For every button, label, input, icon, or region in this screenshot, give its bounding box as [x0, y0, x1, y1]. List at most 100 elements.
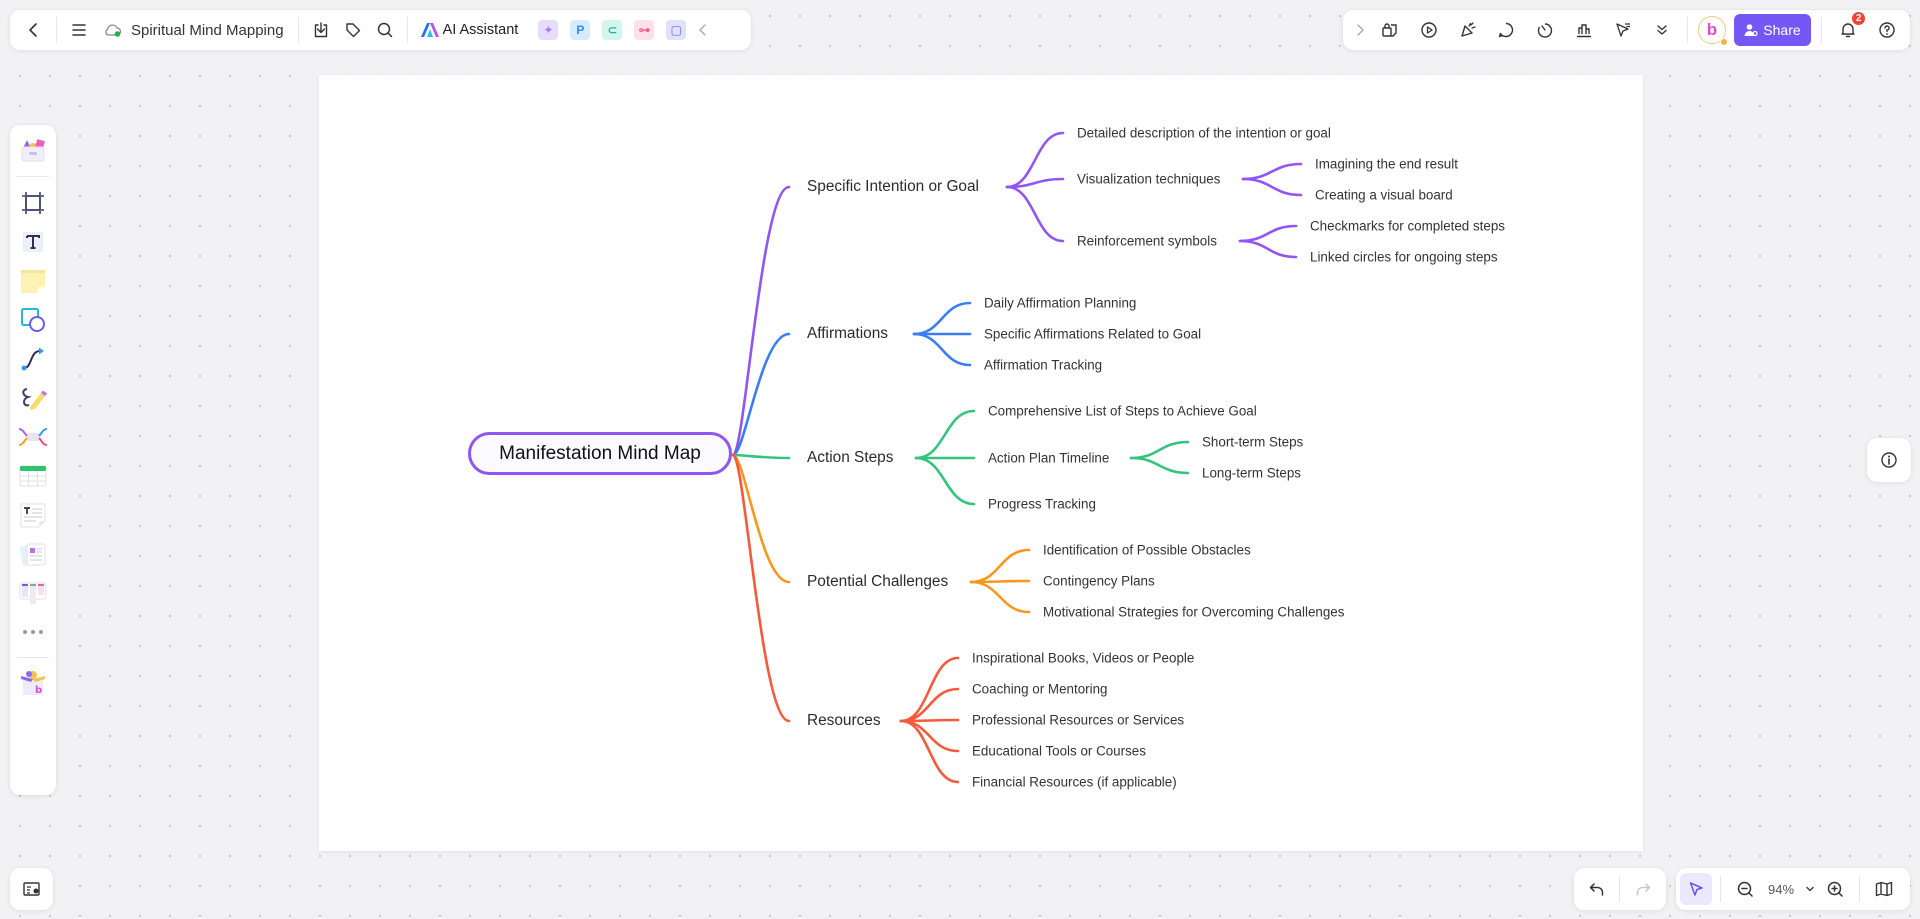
mindmap-app-button[interactable]: ⊂ — [602, 20, 623, 40]
ai-assistant-icon — [420, 23, 439, 37]
chevron-left-icon — [29, 23, 37, 37]
mindmap-detail-node[interactable]: Long-term Steps — [1202, 466, 1301, 481]
document-icon — [20, 503, 46, 527]
timer-icon — [1538, 23, 1553, 38]
search-button[interactable] — [369, 14, 401, 46]
zoom-level[interactable]: 94% — [1761, 882, 1801, 897]
user-avatar[interactable]: b — [1698, 16, 1728, 46]
more-tools-button[interactable] — [1643, 14, 1682, 46]
mindmap-detail-node[interactable]: Creating a visual board — [1315, 188, 1453, 203]
zoom-in-icon — [1827, 881, 1843, 897]
mindmap-subtopic-node[interactable]: Affirmation Tracking — [984, 358, 1102, 373]
chevron-down-icon — [1806, 886, 1814, 892]
flowchart-app-button[interactable]: ⊶ — [634, 20, 655, 40]
document-tool-button[interactable] — [15, 497, 51, 533]
celebrate-icon — [1460, 22, 1476, 37]
mindmap-subtopic-node[interactable]: Contingency Plans — [1043, 574, 1155, 589]
sticky-note-button[interactable] — [15, 263, 51, 299]
back-button[interactable] — [18, 14, 50, 46]
zoom-controls: 94% — [1676, 868, 1910, 910]
mindmap-subtopic-node[interactable]: Reinforcement symbols — [1077, 234, 1217, 249]
table-tool-button[interactable] — [15, 458, 51, 494]
info-icon — [1881, 452, 1897, 468]
mindmap-root-node[interactable]: Manifestation Mind Map — [468, 432, 732, 475]
ai-assistant-button[interactable]: AI Assistant — [414, 22, 525, 38]
info-button[interactable] — [1867, 438, 1911, 482]
pointer-icon — [1689, 882, 1703, 896]
mindmap-subtopic-node[interactable]: Progress Tracking — [988, 497, 1096, 512]
connector-icon — [21, 347, 44, 370]
mindmap-subtopic-node[interactable]: Action Plan Timeline — [988, 451, 1109, 466]
collapse-toolbar-button[interactable] — [692, 14, 714, 46]
mindmap-subtopic-node[interactable]: Visualization techniques — [1077, 172, 1220, 187]
play-button[interactable] — [1409, 14, 1448, 46]
image-generator-icon: ✦ — [543, 23, 554, 37]
plugins-button[interactable]: b — [15, 666, 51, 702]
mindmap-subtopic-node[interactable]: Inspirational Books, Videos or People — [972, 651, 1194, 666]
presentation-app-button[interactable]: P — [570, 20, 591, 40]
connector-tool-button[interactable] — [15, 341, 51, 377]
more-tools-rail-button[interactable] — [15, 614, 51, 650]
top-right-toolbar: b Share 2 — [1343, 10, 1910, 50]
presentation-mode-button[interactable] — [1370, 14, 1409, 46]
minimap-button[interactable] — [1868, 873, 1900, 905]
pen-tool-button[interactable] — [15, 380, 51, 416]
zoom-in-button[interactable] — [1819, 873, 1851, 905]
canvas-settings-button[interactable] — [10, 868, 53, 910]
tag-button[interactable] — [337, 14, 369, 46]
mindmap-subtopic-node[interactable]: Comprehensive List of Steps to Achieve G… — [988, 404, 1257, 419]
frame-tool-button[interactable] — [15, 185, 51, 221]
template-library-button[interactable] — [15, 133, 51, 169]
expand-toolbar-button[interactable] — [1349, 14, 1370, 46]
chat-app-button[interactable]: ▢ — [666, 20, 687, 40]
mindmap-topic-node[interactable]: Action Steps — [807, 449, 893, 467]
shapes-tool-button[interactable] — [15, 302, 51, 338]
mindmap-subtopic-node[interactable]: Identification of Possible Obstacles — [1043, 543, 1251, 558]
mindmap-tool-button[interactable] — [15, 419, 51, 455]
help-button[interactable] — [1867, 14, 1906, 46]
celebrate-button[interactable] — [1448, 14, 1487, 46]
mindmap-topic-node[interactable]: Specific Intention or Goal — [807, 178, 979, 196]
toolbar-divider — [56, 17, 57, 43]
mindmap-app-icon: ⊂ — [607, 23, 618, 37]
vote-chart-icon — [1577, 24, 1592, 38]
mindmap-subtopic-node[interactable]: Financial Resources (if applicable) — [972, 775, 1177, 790]
mindmap-subtopic-node[interactable]: Detailed description of the intention or… — [1077, 126, 1331, 141]
undo-button[interactable] — [1581, 873, 1613, 905]
pen-icon — [22, 387, 47, 410]
mindmap-detail-node[interactable]: Short-term Steps — [1202, 435, 1303, 450]
kanban-tool-button[interactable] — [15, 575, 51, 611]
timer-button[interactable] — [1526, 14, 1565, 46]
laser-pointer-button[interactable] — [1604, 14, 1643, 46]
mindmap-subtopic-node[interactable]: Educational Tools or Courses — [972, 744, 1146, 759]
mindmap-subtopic-node[interactable]: Coaching or Mentoring — [972, 682, 1107, 697]
download-button[interactable] — [305, 14, 337, 46]
mindmap-subtopic-node[interactable]: Professional Resources or Services — [972, 713, 1184, 728]
avatar-letter: b — [1706, 20, 1718, 39]
mindmap-topic-node[interactable]: Resources — [807, 712, 881, 730]
zoom-out-button[interactable] — [1729, 873, 1761, 905]
select-tool-button[interactable] — [1680, 873, 1712, 905]
mindmap-topic-node[interactable]: Potential Challenges — [807, 573, 948, 591]
mindmap-subtopic-node[interactable]: Specific Affirmations Related to Goal — [984, 327, 1201, 342]
cards-tool-button[interactable] — [15, 536, 51, 572]
mindmap-detail-node[interactable]: Imagining the end result — [1315, 157, 1458, 172]
chevron-left-icon — [699, 24, 707, 36]
main-menu-button[interactable] — [63, 14, 95, 46]
notifications-button[interactable]: 2 — [1828, 12, 1867, 46]
mindmap-topic-node[interactable]: Affirmations — [807, 325, 888, 343]
mindmap-detail-node[interactable]: Linked circles for ongoing steps — [1310, 250, 1498, 265]
document-title[interactable]: Spiritual Mind Mapping — [95, 22, 292, 39]
image-generator-button[interactable]: ✦ — [538, 20, 559, 40]
zoom-dropdown-button[interactable] — [1801, 873, 1819, 905]
mindmap-subtopic-node[interactable]: Motivational Strategies for Overcoming C… — [1043, 605, 1344, 620]
text-tool-button[interactable] — [15, 224, 51, 260]
presentation-lock-icon — [1382, 23, 1397, 37]
comment-button[interactable] — [1487, 14, 1526, 46]
voting-button[interactable] — [1565, 14, 1604, 46]
mindmap-detail-node[interactable]: Checkmarks for completed steps — [1310, 219, 1505, 234]
share-button[interactable]: Share — [1733, 14, 1812, 46]
mindmap-subtopic-node[interactable]: Daily Affirmation Planning — [984, 296, 1136, 311]
toolbar-divider — [1720, 876, 1721, 902]
redo-button[interactable] — [1627, 873, 1659, 905]
